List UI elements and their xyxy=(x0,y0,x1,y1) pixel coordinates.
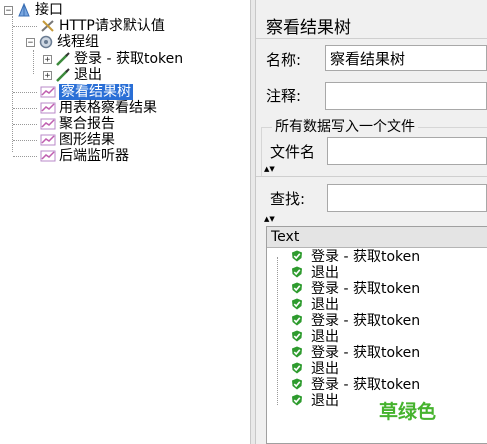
success-shield-icon xyxy=(292,298,302,310)
success-shield-icon xyxy=(292,394,302,406)
filename-label: 文件名 xyxy=(270,143,316,161)
tree-node-listener[interactable]: 用表格察看结果 xyxy=(13,100,157,116)
tree-label-login: 登录 - 获取token xyxy=(74,51,184,67)
test-plan-tree: − 接口 HTTP请求默认值 − 线程组 + 登录 - 获取token + 退出… xyxy=(0,0,251,444)
collapse-icon[interactable]: − xyxy=(4,5,13,15)
chart-icon xyxy=(40,86,56,98)
success-shield-icon xyxy=(292,266,302,278)
expand-icon[interactable]: + xyxy=(43,54,52,64)
filename-field[interactable] xyxy=(327,137,487,165)
divider xyxy=(256,38,487,39)
listener-panel: 察看结果树 名称: 察看结果树 注释: 所有数据写入一个文件 文件名 ▲▼ 查找… xyxy=(256,0,487,444)
tree-label-listener: 用表格察看结果 xyxy=(59,100,157,116)
tree-node-listener[interactable]: 察看结果树 xyxy=(13,84,133,100)
gear-icon xyxy=(39,35,53,49)
tree-label-listener: 图形结果 xyxy=(59,132,115,148)
chart-icon xyxy=(40,102,56,114)
name-field[interactable]: 察看结果树 xyxy=(325,45,487,71)
chart-icon xyxy=(40,118,56,130)
tree-node-login[interactable]: + 登录 - 获取token xyxy=(43,51,183,67)
results-tree: Text 登录 - 获取token 退出 登录 - 获取token 退出 登录 - 获取… xyxy=(266,226,487,444)
tree-node-listener[interactable]: 图形结果 xyxy=(13,132,115,148)
success-shield-icon xyxy=(292,282,302,294)
split-arrows[interactable]: ▲▼ xyxy=(264,165,275,173)
test-plan-icon xyxy=(18,3,30,17)
panel-title: 察看结果树 xyxy=(266,18,351,38)
result-item[interactable]: 退出 xyxy=(291,392,339,409)
tree-label-root: 接口 xyxy=(35,2,63,18)
result-label: 退出 xyxy=(311,393,339,409)
tree-node-logout[interactable]: + 退出 xyxy=(43,67,102,83)
success-shield-icon xyxy=(292,330,302,342)
success-shield-icon xyxy=(292,314,302,326)
tree-label-listener: 后端监听器 xyxy=(59,148,129,164)
tree-label-http-defaults: HTTP请求默认值 xyxy=(59,18,165,34)
tree-label-thread-group: 线程组 xyxy=(57,34,99,50)
tree-node-listener[interactable]: 后端监听器 xyxy=(13,148,129,164)
chart-icon xyxy=(40,150,56,162)
tree-node-http-defaults[interactable]: HTTP请求默认值 xyxy=(13,18,165,34)
tree-label-logout: 退出 xyxy=(74,67,102,83)
success-shield-icon xyxy=(292,250,302,262)
name-label: 名称: xyxy=(266,51,302,69)
pipette-icon xyxy=(56,52,70,66)
results-header: Text xyxy=(267,227,487,248)
tree-label-listener: 察看结果树 xyxy=(59,84,133,100)
annotation-text: 草绿色 xyxy=(379,401,437,423)
tree-node-thread-group[interactable]: − 线程组 xyxy=(26,34,99,50)
split-arrows[interactable]: ▲▼ xyxy=(264,215,275,223)
wrench-icon xyxy=(41,20,54,32)
success-shield-icon xyxy=(292,346,302,358)
tree-node-listener[interactable]: 聚合报告 xyxy=(13,116,115,132)
collapse-icon[interactable]: − xyxy=(26,37,35,47)
search-label: 查找: xyxy=(270,190,306,208)
success-shield-icon xyxy=(292,362,302,374)
pipette-icon xyxy=(56,68,70,82)
success-shield-icon xyxy=(292,378,302,390)
comment-field[interactable] xyxy=(325,82,487,110)
tree-label-listener: 聚合报告 xyxy=(59,116,115,132)
file-group-legend: 所有数据写入一个文件 xyxy=(272,116,418,136)
tree-node-root[interactable]: − 接口 xyxy=(4,2,63,18)
comment-label: 注释: xyxy=(266,87,302,105)
divider xyxy=(256,176,487,177)
chart-icon xyxy=(40,134,56,146)
expand-icon[interactable]: + xyxy=(43,70,52,80)
search-field[interactable] xyxy=(327,184,487,212)
